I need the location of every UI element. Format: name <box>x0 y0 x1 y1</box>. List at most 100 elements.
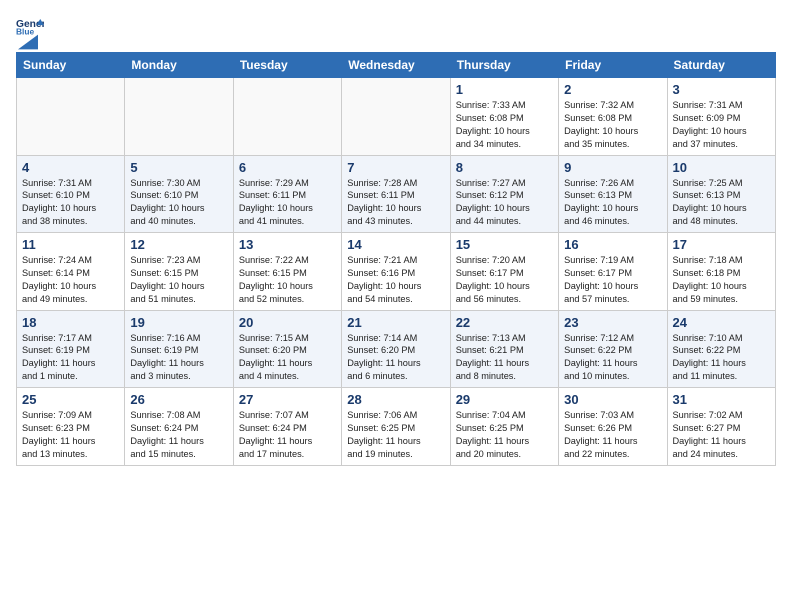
calendar-cell: 19 Sunrise: 7:16 AM Sunset: 6:19 PM Dayli… <box>125 310 233 388</box>
calendar-cell: 8Sunrise: 7:27 AM Sunset: 6:12 PM Daylig… <box>450 155 558 233</box>
day-info: Sunrise: 7:29 AM Sunset: 6:11 PM Dayligh… <box>239 177 336 229</box>
day-number: 25 <box>22 392 119 407</box>
day-number: 21 <box>347 315 444 330</box>
day-info: Sunrise: 7:31 AM Sunset: 6:10 PM Dayligh… <box>22 177 119 229</box>
day-number: 23 <box>564 315 661 330</box>
calendar-cell: 21 Sunrise: 7:14 AM Sunset: 6:20 PM Dayli… <box>342 310 450 388</box>
day-number: 14 <box>347 237 444 252</box>
day-info: Sunrise: 7:10 AM Sunset: 6:22 PM Dayligh… <box>673 332 770 384</box>
calendar-cell: 1 Sunrise: 7:33 AM Sunset: 6:08 PM Daylig… <box>450 78 558 156</box>
day-number: 20 <box>239 315 336 330</box>
day-info: Sunrise: 7:31 AM Sunset: 6:09 PM Dayligh… <box>673 99 770 151</box>
day-info: Sunrise: 7:20 AM Sunset: 6:17 PM Dayligh… <box>456 254 553 306</box>
day-header-tuesday: Tuesday <box>233 53 341 78</box>
day-number: 27 <box>239 392 336 407</box>
day-info: Sunrise: 7:33 AM Sunset: 6:08 PM Dayligh… <box>456 99 553 151</box>
day-info: Sunrise: 7:21 AM Sunset: 6:16 PM Dayligh… <box>347 254 444 306</box>
day-info: Sunrise: 7:03 AM Sunset: 6:26 PM Dayligh… <box>564 409 661 461</box>
day-info: Sunrise: 7:06 AM Sunset: 6:25 PM Dayligh… <box>347 409 444 461</box>
day-number: 22 <box>456 315 553 330</box>
day-info: Sunrise: 7:04 AM Sunset: 6:25 PM Dayligh… <box>456 409 553 461</box>
day-number: 19 <box>130 315 227 330</box>
calendar-cell: 26 Sunrise: 7:08 AM Sunset: 6:24 PM Dayli… <box>125 388 233 466</box>
calendar-cell: 22 Sunrise: 7:13 AM Sunset: 6:21 PM Dayli… <box>450 310 558 388</box>
calendar-cell: 23 Sunrise: 7:12 AM Sunset: 6:22 PM Dayli… <box>559 310 667 388</box>
calendar-cell: 17 Sunrise: 7:18 AM Sunset: 6:18 PM Dayli… <box>667 233 775 311</box>
day-info: Sunrise: 7:27 AM Sunset: 6:12 PM Dayligh… <box>456 177 553 229</box>
day-info: Sunrise: 7:19 AM Sunset: 6:17 PM Dayligh… <box>564 254 661 306</box>
day-number: 28 <box>347 392 444 407</box>
calendar-cell: 11 Sunrise: 7:24 AM Sunset: 6:14 PM Dayli… <box>17 233 125 311</box>
calendar-cell: 5 Sunrise: 7:30 AM Sunset: 6:10 PM Daylig… <box>125 155 233 233</box>
logo-triangle <box>18 34 38 50</box>
day-header-sunday: Sunday <box>17 53 125 78</box>
calendar-cell: 14 Sunrise: 7:21 AM Sunset: 6:16 PM Dayli… <box>342 233 450 311</box>
day-number: 16 <box>564 237 661 252</box>
calendar-cell: 12Sunrise: 7:23 AM Sunset: 6:15 PM Dayli… <box>125 233 233 311</box>
calendar-cell: 15 Sunrise: 7:20 AM Sunset: 6:17 PM Dayli… <box>450 233 558 311</box>
day-number: 30 <box>564 392 661 407</box>
day-number: 31 <box>673 392 770 407</box>
day-info: Sunrise: 7:30 AM Sunset: 6:10 PM Dayligh… <box>130 177 227 229</box>
day-info: Sunrise: 7:07 AM Sunset: 6:24 PM Dayligh… <box>239 409 336 461</box>
calendar-cell: 25 Sunrise: 7:09 AM Sunset: 6:23 PM Dayli… <box>17 388 125 466</box>
day-info: Sunrise: 7:12 AM Sunset: 6:22 PM Dayligh… <box>564 332 661 384</box>
day-info: Sunrise: 7:14 AM Sunset: 6:20 PM Dayligh… <box>347 332 444 384</box>
calendar-cell <box>125 78 233 156</box>
calendar-cell: 20 Sunrise: 7:15 AM Sunset: 6:20 PM Dayli… <box>233 310 341 388</box>
day-number: 7 <box>347 160 444 175</box>
day-number: 5 <box>130 160 227 175</box>
logo-icon: General Blue <box>16 16 44 36</box>
day-number: 6 <box>239 160 336 175</box>
calendar-cell: 7 Sunrise: 7:28 AM Sunset: 6:11 PM Daylig… <box>342 155 450 233</box>
day-number: 4 <box>22 160 119 175</box>
day-header-saturday: Saturday <box>667 53 775 78</box>
day-header-friday: Friday <box>559 53 667 78</box>
calendar-cell: 29Sunrise: 7:04 AM Sunset: 6:25 PM Dayli… <box>450 388 558 466</box>
day-header-monday: Monday <box>125 53 233 78</box>
day-info: Sunrise: 7:08 AM Sunset: 6:24 PM Dayligh… <box>130 409 227 461</box>
day-info: Sunrise: 7:16 AM Sunset: 6:19 PM Dayligh… <box>130 332 227 384</box>
day-number: 13 <box>239 237 336 252</box>
calendar-cell: 2 Sunrise: 7:32 AM Sunset: 6:08 PM Daylig… <box>559 78 667 156</box>
day-info: Sunrise: 7:26 AM Sunset: 6:13 PM Dayligh… <box>564 177 661 229</box>
day-info: Sunrise: 7:25 AM Sunset: 6:13 PM Dayligh… <box>673 177 770 229</box>
day-number: 15 <box>456 237 553 252</box>
calendar-cell <box>233 78 341 156</box>
day-number: 2 <box>564 82 661 97</box>
logo: General Blue <box>16 16 44 44</box>
calendar-cell: 3Sunrise: 7:31 AM Sunset: 6:09 PM Daylig… <box>667 78 775 156</box>
calendar-cell: 13 Sunrise: 7:22 AM Sunset: 6:15 PM Dayli… <box>233 233 341 311</box>
day-info: Sunrise: 7:13 AM Sunset: 6:21 PM Dayligh… <box>456 332 553 384</box>
day-number: 18 <box>22 315 119 330</box>
calendar-cell: 27 Sunrise: 7:07 AM Sunset: 6:24 PM Dayli… <box>233 388 341 466</box>
day-info: Sunrise: 7:22 AM Sunset: 6:15 PM Dayligh… <box>239 254 336 306</box>
calendar-cell: 18 Sunrise: 7:17 AM Sunset: 6:19 PM Dayli… <box>17 310 125 388</box>
day-info: Sunrise: 7:24 AM Sunset: 6:14 PM Dayligh… <box>22 254 119 306</box>
calendar-cell: 28 Sunrise: 7:06 AM Sunset: 6:25 PM Dayli… <box>342 388 450 466</box>
day-header-wednesday: Wednesday <box>342 53 450 78</box>
calendar-cell <box>342 78 450 156</box>
day-info: Sunrise: 7:28 AM Sunset: 6:11 PM Dayligh… <box>347 177 444 229</box>
day-info: Sunrise: 7:32 AM Sunset: 6:08 PM Dayligh… <box>564 99 661 151</box>
day-info: Sunrise: 7:15 AM Sunset: 6:20 PM Dayligh… <box>239 332 336 384</box>
day-number: 1 <box>456 82 553 97</box>
day-number: 17 <box>673 237 770 252</box>
day-number: 9 <box>564 160 661 175</box>
day-info: Sunrise: 7:23 AM Sunset: 6:15 PM Dayligh… <box>130 254 227 306</box>
day-number: 10 <box>673 160 770 175</box>
day-info: Sunrise: 7:17 AM Sunset: 6:19 PM Dayligh… <box>22 332 119 384</box>
calendar-cell <box>17 78 125 156</box>
calendar-cell: 4 Sunrise: 7:31 AM Sunset: 6:10 PM Daylig… <box>17 155 125 233</box>
calendar-cell: 31Sunrise: 7:02 AM Sunset: 6:27 PM Dayli… <box>667 388 775 466</box>
day-number: 11 <box>22 237 119 252</box>
calendar-cell: 6 Sunrise: 7:29 AM Sunset: 6:11 PM Daylig… <box>233 155 341 233</box>
calendar-table: SundayMondayTuesdayWednesdayThursdayFrid… <box>16 52 776 466</box>
calendar-cell: 10 Sunrise: 7:25 AM Sunset: 6:13 PM Dayli… <box>667 155 775 233</box>
calendar-cell: 24 Sunrise: 7:10 AM Sunset: 6:22 PM Dayli… <box>667 310 775 388</box>
day-number: 26 <box>130 392 227 407</box>
day-number: 24 <box>673 315 770 330</box>
day-info: Sunrise: 7:18 AM Sunset: 6:18 PM Dayligh… <box>673 254 770 306</box>
day-info: Sunrise: 7:09 AM Sunset: 6:23 PM Dayligh… <box>22 409 119 461</box>
day-header-thursday: Thursday <box>450 53 558 78</box>
